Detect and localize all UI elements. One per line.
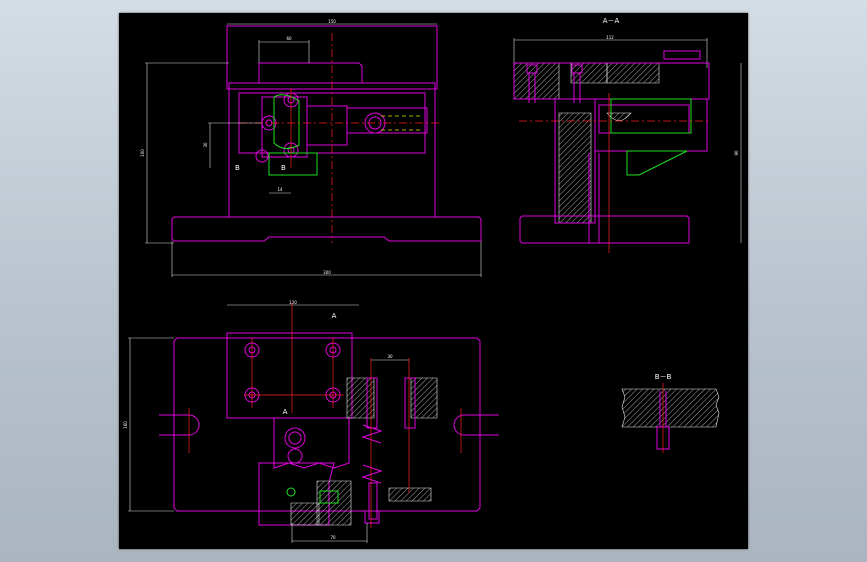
plan-body-hatch <box>290 502 320 526</box>
section-bb-title: B－B <box>655 373 672 381</box>
arm-extension <box>346 107 428 134</box>
section-base <box>519 215 690 244</box>
plan-view: A A 120 160 30 70 <box>123 300 499 543</box>
section-aa-title: A－A <box>603 17 620 25</box>
front-base <box>171 216 482 242</box>
dim-small-height: 30 <box>203 142 208 148</box>
plan-cam-outer <box>284 427 306 449</box>
drawing-sheet: 150 60 100 30 14 300 B B A－A 112 90 A A … <box>119 13 748 549</box>
section-bb-hatch <box>621 388 720 428</box>
plan-hatch-lower-right <box>388 487 432 502</box>
spring-rod <box>368 482 378 520</box>
label-b-small: B <box>281 164 286 172</box>
dim-section-width: 112 <box>606 35 614 40</box>
clamp-arm <box>307 105 348 146</box>
label-a-mid: A <box>283 408 288 416</box>
cad-drawing: 150 60 100 30 14 300 B B A－A 112 90 A A … <box>123 17 742 543</box>
dim-plan-height: 160 <box>123 421 128 429</box>
dim-plan-width: 120 <box>289 300 297 305</box>
dim-hole-spacing: 60 <box>286 36 292 41</box>
plan-hatch-left <box>346 377 375 419</box>
plan-u-slot-left <box>159 414 200 436</box>
spring-coil-2 <box>361 464 383 484</box>
front-view: 150 60 100 30 14 300 B B <box>140 19 482 277</box>
dim-small-offset: 14 <box>277 187 283 192</box>
dim-spring-spacing: 30 <box>387 354 393 359</box>
plan-cam-lower <box>287 448 303 464</box>
section-green-rib <box>626 150 688 176</box>
label-b-front: B <box>235 164 240 172</box>
dim-left-height: 100 <box>140 149 145 157</box>
section-arm-slot <box>598 104 690 134</box>
section-top-clamp <box>663 50 701 60</box>
section-top-hatch-right <box>606 62 660 84</box>
spring-coil-1 <box>361 424 383 444</box>
plan-green-pin <box>286 487 296 497</box>
plan-lower-block <box>273 417 350 469</box>
dim-top-width: 150 <box>328 19 336 24</box>
label-a-top: A <box>332 312 337 320</box>
dim-section-height: 90 <box>734 150 739 156</box>
section-aa-view: A－A 112 90 <box>513 17 742 253</box>
section-arm <box>594 98 708 152</box>
section-bb-view: B－B <box>621 373 720 453</box>
plan-cam-inner <box>288 431 302 445</box>
upper-block <box>258 62 363 84</box>
section-column-hatch <box>558 112 592 224</box>
dim-base-width: 300 <box>323 270 331 275</box>
locator-curve <box>273 94 300 149</box>
dim-bottom-length: 70 <box>330 535 336 540</box>
